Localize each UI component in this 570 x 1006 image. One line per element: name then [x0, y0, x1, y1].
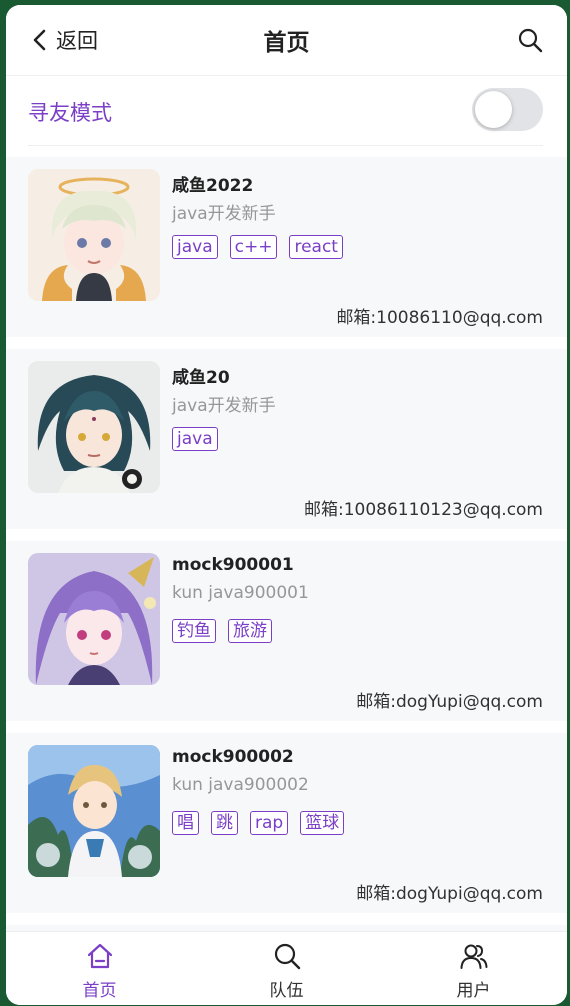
user-email: 邮箱:10086110@qq.com: [336, 308, 543, 328]
tag: java: [172, 235, 218, 259]
tab-label: 用户: [456, 981, 491, 1001]
bottom-tabbar: 首页 队伍 用户: [6, 931, 567, 1005]
user-name: mock900001: [172, 555, 294, 575]
tag-list: java: [172, 427, 218, 451]
tag: c++: [229, 235, 278, 259]
tag: 跳: [211, 811, 238, 835]
tag-list: java c++ react: [172, 235, 343, 259]
tab-home[interactable]: 首页: [6, 932, 193, 1005]
user-name: 咸鱼20: [172, 368, 230, 388]
user-card[interactable]: 咸鱼2022 java开发新手 java c++ react 邮箱:100861…: [6, 157, 567, 337]
tag: 唱: [172, 811, 199, 835]
user-description: java开发新手: [172, 396, 276, 416]
user-name: 咸鱼2022: [172, 176, 254, 196]
avatar: [28, 745, 160, 877]
friend-mode-toggle[interactable]: [472, 88, 543, 131]
tag: react: [289, 235, 343, 259]
home-icon: [87, 943, 112, 969]
users-icon: [460, 944, 487, 969]
user-description: java开发新手: [172, 204, 276, 224]
user-description: kun java900001: [172, 583, 309, 603]
app-frame: 返回 首页 寻友模式 咸鱼2022 java开发新手 java c++ reac…: [6, 5, 567, 1005]
search-icon[interactable]: [517, 27, 543, 53]
tab-label: 首页: [82, 981, 117, 1001]
toggle-knob: [475, 91, 512, 128]
avatar: [28, 553, 160, 685]
tag: 旅游: [228, 619, 272, 643]
user-email: 邮箱:10086110123@qq.com: [304, 500, 543, 520]
user-card[interactable]: mock900002 kun java900002 唱 跳 rap 篮球 邮箱:…: [6, 733, 567, 913]
friend-mode-label: 寻友模式: [28, 101, 112, 125]
tag: rap: [250, 811, 289, 835]
tag: java: [172, 427, 218, 451]
avatar: [28, 361, 160, 493]
user-email: 邮箱:dogYupi@qq.com: [356, 692, 543, 712]
user-email: 邮箱:dogYupi@qq.com: [356, 884, 543, 904]
tag: 篮球: [300, 811, 345, 835]
user-name: mock900002: [172, 747, 294, 767]
avatar: [28, 169, 160, 301]
tab-label: 队伍: [269, 981, 304, 1001]
friend-mode-row: 寻友模式: [28, 75, 543, 146]
tag-list: 唱 跳 rap 篮球: [172, 811, 345, 835]
user-description: kun java900002: [172, 775, 309, 795]
page-title: 首页: [263, 30, 310, 56]
tab-team[interactable]: 队伍: [193, 932, 380, 1005]
tag: 钓鱼: [172, 619, 216, 643]
user-card[interactable]: mock900001 kun java900001 钓鱼 旅游 邮箱:dogYu…: [6, 541, 567, 721]
navbar: 返回 首页: [6, 5, 567, 76]
tag-list: 钓鱼 旅游: [172, 619, 272, 643]
tab-user[interactable]: 用户: [380, 932, 567, 1005]
user-card[interactable]: 咸鱼20 java开发新手 java 邮箱:10086110123@qq.com: [6, 349, 567, 529]
search-icon: [274, 943, 300, 970]
